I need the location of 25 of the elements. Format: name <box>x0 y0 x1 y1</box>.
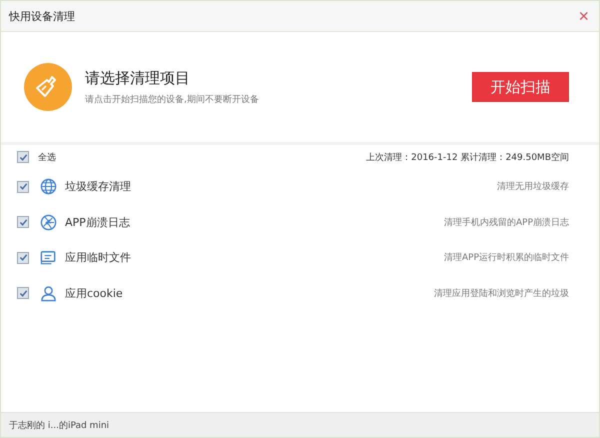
checkbox[interactable] <box>17 216 29 228</box>
item-label: APP崩溃日志 <box>65 214 130 230</box>
checkbox[interactable] <box>17 180 29 193</box>
user-icon <box>40 284 57 302</box>
item-label: 应用临时文件 <box>65 250 131 266</box>
message-icon <box>40 249 57 266</box>
broom-icon <box>24 63 72 111</box>
select-all-label: 全选 <box>38 152 56 164</box>
window-title: 快用设备清理 <box>9 8 75 24</box>
item-label: 应用cookie <box>65 286 123 301</box>
scan-button[interactable]: 开始扫描 <box>472 72 569 102</box>
item-label: 垃圾缓存清理 <box>65 179 131 194</box>
heading: 请选择清理项目 <box>85 68 191 88</box>
checkbox[interactable] <box>17 252 29 264</box>
item-description: 清理手机内残留的APP崩溃日志 <box>444 216 569 229</box>
checkbox[interactable] <box>17 151 29 163</box>
globe-icon <box>40 178 57 196</box>
item-description: 清理APP运行时积累的临时文件 <box>444 252 569 264</box>
item-description: 清理应用登陆和浏览时产生的垃圾 <box>434 288 569 300</box>
close-button[interactable]: × <box>576 7 591 25</box>
instruction-text: 请点击开始扫描您的设备,期间不要断开设备 <box>85 94 260 106</box>
status-bar: 于志刚的 i...的iPad mini <box>1 412 599 437</box>
summary-text: 上次清理：2016-1-12 累计清理：249.50MB空间 <box>366 152 569 164</box>
checkbox[interactable] <box>17 287 29 300</box>
item-description: 清理无用垃圾缓存 <box>497 180 569 194</box>
